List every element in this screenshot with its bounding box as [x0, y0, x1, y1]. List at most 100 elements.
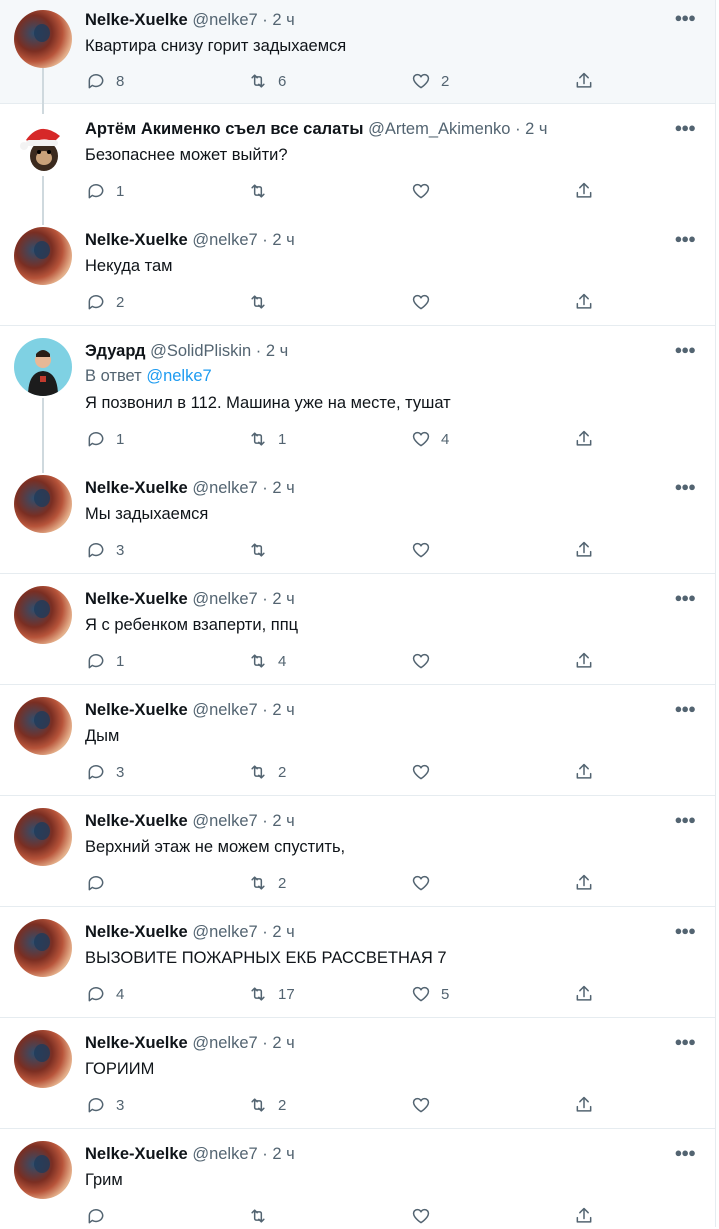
more-icon[interactable]: ●●●: [674, 342, 696, 357]
retweet-button[interactable]: [248, 292, 278, 312]
more-icon[interactable]: ●●●: [674, 120, 696, 135]
retweet-button[interactable]: 2: [248, 762, 286, 782]
timestamp[interactable]: 2 ч: [272, 231, 294, 249]
author-name[interactable]: Эдуард: [85, 342, 145, 360]
tweet[interactable]: Nelke-Xuelke @nelke7 · 2 ч Верхний этаж …: [0, 796, 715, 907]
timestamp[interactable]: 2 ч: [266, 342, 288, 360]
author-name[interactable]: Nelke-Xuelke: [85, 479, 188, 497]
avatar[interactable]: [14, 227, 72, 285]
tweet[interactable]: Nelke-Xuelke @nelke7 · 2 ч Мы задыхаемся…: [0, 463, 715, 574]
retweet-button[interactable]: [248, 181, 278, 201]
author-name[interactable]: Nelke-Xuelke: [85, 11, 188, 29]
reply-button[interactable]: 1: [86, 429, 124, 449]
more-icon[interactable]: ●●●: [674, 1034, 696, 1049]
tweet[interactable]: Эдуард @SolidPliskin · 2 ч В ответ @nelk…: [0, 326, 715, 463]
timestamp[interactable]: 2 ч: [272, 812, 294, 830]
more-icon[interactable]: ●●●: [674, 812, 696, 827]
reply-button[interactable]: 3: [86, 540, 124, 560]
author-name[interactable]: Nelke-Xuelke: [85, 231, 188, 249]
tweet[interactable]: Nelke-Xuelke @nelke7 · 2 ч Дым ●●● 3 2: [0, 685, 715, 796]
like-button[interactable]: 5: [411, 984, 449, 1004]
tweet[interactable]: Nelke-Xuelke @nelke7 · 2 ч Квартира сниз…: [0, 0, 715, 104]
reply-button[interactable]: 4: [86, 984, 124, 1004]
avatar[interactable]: [14, 338, 72, 396]
reply-button[interactable]: 3: [86, 1095, 124, 1115]
author-name[interactable]: Nelke-Xuelke: [85, 812, 188, 830]
timestamp[interactable]: 2 ч: [272, 1145, 294, 1163]
reply-button[interactable]: 3: [86, 762, 124, 782]
retweet-button[interactable]: [248, 1206, 278, 1226]
more-icon[interactable]: ●●●: [674, 231, 696, 246]
author-name[interactable]: Nelke-Xuelke: [85, 923, 188, 941]
retweet-button[interactable]: [248, 540, 278, 560]
avatar[interactable]: [14, 697, 72, 755]
timestamp[interactable]: 2 ч: [272, 1034, 294, 1052]
reply-button[interactable]: [86, 873, 116, 893]
like-button[interactable]: [411, 1206, 441, 1226]
retweet-button[interactable]: 2: [248, 873, 286, 893]
author-name[interactable]: Nelke-Xuelke: [85, 1034, 188, 1052]
like-button[interactable]: 2: [411, 71, 449, 91]
author-handle[interactable]: @nelke7: [192, 590, 257, 608]
share-button[interactable]: [574, 984, 594, 1004]
avatar[interactable]: [14, 808, 72, 866]
reply-target-link[interactable]: @nelke7: [146, 367, 211, 385]
retweet-button[interactable]: 4: [248, 651, 286, 671]
timestamp[interactable]: 2 ч: [272, 701, 294, 719]
share-button[interactable]: [574, 71, 594, 91]
reply-button[interactable]: 2: [86, 292, 124, 312]
tweet[interactable]: Nelke-Xuelke @nelke7 · 2 ч Некуда там ●●…: [0, 215, 715, 326]
like-button[interactable]: [411, 292, 441, 312]
share-button[interactable]: [574, 651, 594, 671]
retweet-button[interactable]: 6: [248, 71, 286, 91]
author-handle[interactable]: @nelke7: [192, 1145, 257, 1163]
author-name[interactable]: Nelke-Xuelke: [85, 701, 188, 719]
share-button[interactable]: [574, 1206, 594, 1226]
like-button[interactable]: [411, 762, 441, 782]
retweet-button[interactable]: 17: [248, 984, 295, 1004]
author-handle[interactable]: @nelke7: [192, 701, 257, 719]
author-handle[interactable]: @nelke7: [192, 812, 257, 830]
timestamp[interactable]: 2 ч: [525, 120, 547, 138]
author-handle[interactable]: @nelke7: [192, 231, 257, 249]
share-button[interactable]: [574, 873, 594, 893]
tweet[interactable]: Nelke-Xuelke @nelke7 · 2 ч ВЫЗОВИТЕ ПОЖА…: [0, 907, 715, 1018]
author-name[interactable]: Nelke-Xuelke: [85, 1145, 188, 1163]
author-handle[interactable]: @nelke7: [192, 923, 257, 941]
more-icon[interactable]: ●●●: [674, 701, 696, 716]
avatar[interactable]: [14, 919, 72, 977]
tweet[interactable]: Nelke-Xuelke @nelke7 · 2 ч ГОРИИМ ●●● 3 …: [0, 1018, 715, 1129]
avatar[interactable]: [14, 475, 72, 533]
timestamp[interactable]: 2 ч: [272, 479, 294, 497]
tweet[interactable]: Nelke-Xuelke @nelke7 · 2 ч Я с ребенком …: [0, 574, 715, 685]
more-icon[interactable]: ●●●: [674, 1145, 696, 1160]
share-button[interactable]: [574, 181, 594, 201]
retweet-button[interactable]: 2: [248, 1095, 286, 1115]
like-button[interactable]: [411, 873, 441, 893]
tweet[interactable]: Nelke-Xuelke @nelke7 · 2 ч Грим ●●●: [0, 1129, 715, 1229]
like-button[interactable]: [411, 651, 441, 671]
like-button[interactable]: 4: [411, 429, 449, 449]
avatar[interactable]: [14, 1030, 72, 1088]
more-icon[interactable]: ●●●: [674, 10, 696, 25]
share-button[interactable]: [574, 429, 594, 449]
share-button[interactable]: [574, 540, 594, 560]
avatar[interactable]: [14, 10, 72, 68]
more-icon[interactable]: ●●●: [674, 479, 696, 494]
timestamp[interactable]: 2 ч: [272, 11, 294, 29]
reply-button[interactable]: 1: [86, 181, 124, 201]
tweet[interactable]: Артём Акименко съел все салаты @Artem_Ak…: [0, 104, 715, 215]
share-button[interactable]: [574, 1095, 594, 1115]
reply-button[interactable]: 1: [86, 651, 124, 671]
like-button[interactable]: [411, 540, 441, 560]
retweet-button[interactable]: 1: [248, 429, 286, 449]
reply-button[interactable]: [86, 1206, 116, 1226]
author-handle[interactable]: @Artem_Akimenko: [368, 120, 510, 138]
author-handle[interactable]: @nelke7: [192, 479, 257, 497]
author-handle[interactable]: @nelke7: [192, 11, 257, 29]
reply-button[interactable]: 8: [86, 71, 124, 91]
more-icon[interactable]: ●●●: [674, 923, 696, 938]
timestamp[interactable]: 2 ч: [272, 923, 294, 941]
timestamp[interactable]: 2 ч: [272, 590, 294, 608]
author-name[interactable]: Артём Акименко съел все салаты: [85, 120, 363, 138]
